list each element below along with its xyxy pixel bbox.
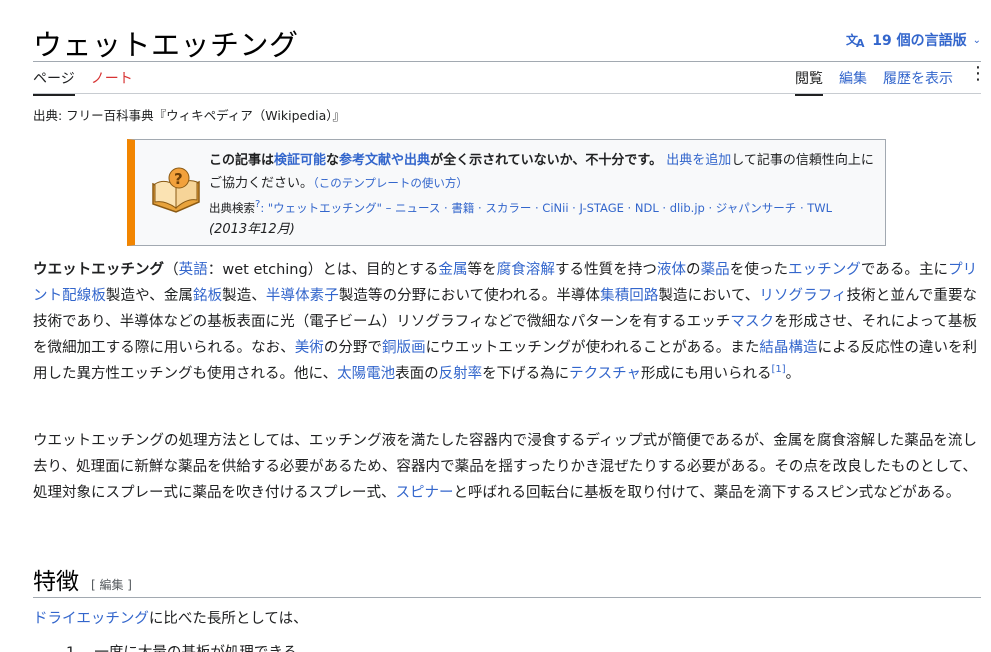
notice-box: ? この記事は検証可能な参考文献や出典が全く示されていないか、不十分です。 出典… — [127, 139, 886, 246]
link-metal[interactable]: 金属 — [438, 262, 467, 278]
link-template-usage[interactable]: （このテンプレートの使い方） — [313, 176, 468, 190]
method-paragraph: ウエットエッチングの処理方法としては、エッチング液を満たした容器内で浸食するディ… — [33, 428, 977, 506]
svg-text:A: A — [856, 37, 865, 48]
text: 等を — [467, 262, 497, 278]
link-add-source[interactable]: 出典を追加 — [666, 153, 731, 168]
tab-page[interactable]: ページ — [33, 68, 75, 96]
notice-date: (2013年12月) — [209, 222, 295, 237]
translate-icon: 文 A — [846, 32, 865, 48]
notice-text-1: この記事は — [209, 153, 275, 168]
text: 製造、 — [222, 288, 266, 304]
tabs-divider — [33, 93, 981, 94]
tab-edit[interactable]: 編集 — [839, 68, 867, 94]
text: 表面の — [395, 366, 439, 382]
link-art[interactable]: 美術 — [295, 340, 324, 356]
text: 形成にも用いられる — [641, 366, 772, 382]
tab-history[interactable]: 履歴を表示 — [883, 68, 953, 94]
list-item: 1. 一度に大量の基板が処理できる。 — [66, 640, 312, 652]
link-reflectance[interactable]: 反射率 — [439, 366, 483, 382]
title-divider — [33, 61, 981, 62]
text: ：wet etching）とは、目的とする — [207, 262, 439, 278]
link-copperplate[interactable]: 銅版画 — [382, 340, 426, 356]
title-row: ウェットエッチング 文 A 19 個の言語版 ⌄ — [33, 22, 981, 62]
chevron-down-icon: ⌄ — [972, 34, 981, 46]
text: 製造において、 — [658, 288, 760, 304]
text: 。 — [785, 366, 801, 382]
text: 製造や、金属 — [105, 288, 193, 304]
link-mask[interactable]: マスク — [730, 314, 774, 330]
text: する性質を持つ — [554, 262, 657, 278]
text: にウエットエッチングが使われることがある。また — [425, 340, 760, 356]
link-corrosion[interactable]: 腐食溶解 — [497, 262, 555, 278]
text: を使った — [729, 262, 789, 278]
section-heading: 特徴 [ 編集 ] — [33, 562, 132, 596]
source-search-label: 出典検索 — [209, 201, 255, 215]
notice-text-2: な — [326, 153, 340, 168]
text: の — [686, 262, 701, 278]
section-title: 特徴 — [33, 569, 79, 595]
more-menu-icon[interactable]: ⋮ — [969, 65, 987, 83]
link-liquid[interactable]: 液体 — [657, 262, 686, 278]
link-etching[interactable]: エッチング — [788, 262, 861, 278]
source-search-links[interactable]: : "ウェットエッチング" – ニュース · 書籍 · スカラー · CiNii… — [260, 201, 832, 215]
site-subtitle: 出典: フリー百科事典『ウィキペディア（Wikipedia）』 — [33, 108, 346, 123]
notice-text-3: が全く示されていないか、不十分です。 — [430, 153, 663, 168]
text: を下げる為に — [482, 366, 570, 382]
link-lithography[interactable]: リソグラフィ — [759, 288, 846, 304]
link-integrated-circuit[interactable]: 集積回路 — [600, 288, 658, 304]
section-divider — [33, 597, 981, 598]
section-edit-link[interactable]: [ 編集 ] — [91, 576, 132, 593]
tab-talk[interactable]: ノート — [91, 68, 133, 96]
features-intro: ドライエッチングに比べた長所としては、 — [33, 606, 308, 632]
citation-1[interactable]: [1] — [772, 364, 786, 375]
notice-text: この記事は検証可能な参考文献や出典が全く示されていないか、不十分です。 出典を追… — [209, 150, 879, 241]
view-tabs: 閲覧 編集 履歴を表示 ⋮ — [795, 65, 987, 96]
text: の分野で — [323, 340, 383, 356]
link-texture[interactable]: テクスチャ — [569, 366, 641, 382]
language-button[interactable]: 文 A 19 個の言語版 ⌄ — [846, 30, 981, 50]
term-bold: ウエットエッチング — [33, 262, 165, 278]
link-semiconductor[interactable]: 半導体素子 — [266, 288, 339, 304]
source-search: 出典検索?: "ウェットエッチング" – ニュース · 書籍 · スカラー · … — [209, 197, 879, 219]
link-verifiable[interactable]: 検証可能 — [274, 153, 326, 168]
link-chemical[interactable]: 薬品 — [701, 262, 730, 278]
notice-main: この記事は検証可能な参考文献や出典が全く示されていないか、不十分です。 出典を追… — [209, 150, 879, 195]
page-title: ウェットエッチング — [33, 28, 299, 62]
link-references[interactable]: 参考文献や出典 — [339, 153, 430, 168]
link-english[interactable]: 英語 — [179, 262, 208, 278]
text: 製造等の分野において使われる。半導体 — [338, 288, 601, 304]
intro-paragraph: ウエットエッチング（英語：wet etching）とは、目的とする金属等を腐食溶… — [33, 257, 977, 387]
text: （ — [164, 262, 179, 278]
link-spinner[interactable]: スピナー — [396, 485, 454, 501]
link-crystal-structure[interactable]: 結晶構造 — [759, 340, 817, 356]
link-solar-cell[interactable]: 太陽電池 — [337, 366, 395, 382]
tab-read[interactable]: 閲覧 — [795, 68, 823, 96]
link-dry-etching[interactable]: ドライエッチング — [33, 611, 149, 627]
text: に比べた長所としては、 — [148, 611, 308, 627]
language-label: 19 個の言語版 — [872, 33, 967, 49]
text: と呼ばれる回転台に基板を取り付けて、薬品を滴下するスピン式などがある。 — [453, 485, 961, 501]
svg-text:?: ? — [174, 170, 183, 188]
section-edit-label: [ 編集 ] — [91, 578, 132, 592]
book-question-icon: ? — [152, 167, 200, 213]
namespace-tabs: ページ ノート — [33, 68, 133, 96]
link-nameplate[interactable]: 銘板 — [193, 288, 222, 304]
text: である。主に — [860, 262, 949, 278]
